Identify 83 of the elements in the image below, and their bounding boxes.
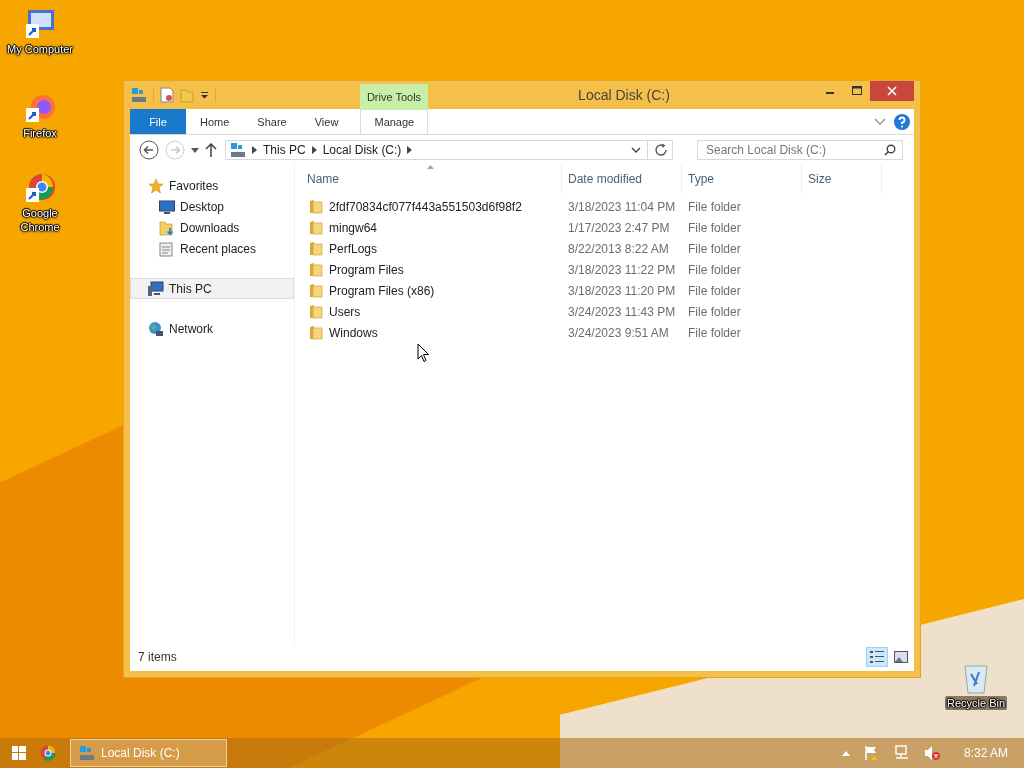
table-cell-text: File folder <box>687 199 742 214</box>
breadcrumb[interactable]: Local Disk (C:) <box>322 143 402 157</box>
folder-icon <box>309 262 323 277</box>
file-name[interactable]: Windows <box>329 325 378 340</box>
nav-item[interactable]: This PC <box>130 278 294 299</box>
chrome-icon[interactable] <box>40 745 56 761</box>
folder-icon <box>309 199 323 214</box>
mouse-pointer-icon <box>417 343 430 363</box>
folder-icon <box>309 304 323 319</box>
folder-icon <box>309 283 323 298</box>
chevron-down-icon[interactable] <box>631 146 641 154</box>
table-cell-text: File folder <box>687 283 742 298</box>
table-cell-text: 3/24/2023 11:43 PM <box>567 304 677 319</box>
chevron-right-icon[interactable] <box>252 146 257 154</box>
column-header[interactable]: Date modified <box>562 165 682 193</box>
firefox-shortcut-icon[interactable] <box>24 92 56 124</box>
help-icon[interactable] <box>894 113 910 130</box>
table-cell-text: 3/18/2023 11:04 PM <box>567 199 677 214</box>
muted-speaker-icon[interactable] <box>923 745 940 761</box>
computer-shortcut-icon[interactable] <box>24 8 56 40</box>
folder-icon <box>309 325 323 340</box>
item-count: 7 items <box>138 650 177 664</box>
drive-icon <box>230 142 246 158</box>
caret-icon[interactable] <box>200 91 209 99</box>
table-cell-text: 3/24/2023 9:51 AM <box>567 325 670 340</box>
recycle-bin-icon[interactable] <box>963 662 989 694</box>
star-icon <box>148 177 164 194</box>
folder-icon <box>309 241 323 256</box>
up-arrow-icon[interactable] <box>205 143 217 157</box>
drive-icon <box>79 745 95 761</box>
table-cell-text: File folder <box>687 325 742 340</box>
downloads-folder-icon <box>159 219 175 236</box>
nav-item[interactable]: Desktop <box>130 196 294 217</box>
window-title: Local Disk (C:) <box>577 87 671 103</box>
nav-item[interactable]: Network <box>130 318 294 339</box>
network-globe-icon <box>148 320 164 337</box>
back-icon[interactable] <box>139 140 159 160</box>
properties-icon[interactable] <box>160 87 174 103</box>
recent-places-icon <box>159 240 175 257</box>
computer-icon <box>148 280 164 297</box>
table-cell-text: 3/18/2023 11:22 PM <box>567 262 677 277</box>
chevron-right-icon[interactable] <box>311 146 317 154</box>
table-cell-text: File folder <box>687 262 742 277</box>
table-cell-text: File folder <box>687 304 742 319</box>
file-name[interactable]: 2fdf70834cf077f443a551503d6f98f2 <box>329 199 522 214</box>
file-name[interactable]: Program Files <box>329 262 404 277</box>
ribbon-tab[interactable]: Home <box>186 109 244 134</box>
maximize-icon <box>851 86 862 96</box>
file-name[interactable]: Users <box>329 304 361 319</box>
file-name[interactable]: mingw64 <box>329 220 378 235</box>
file-name[interactable]: Program Files (x86) <box>329 283 435 298</box>
drive-tools-label: Drive Tools <box>360 84 428 110</box>
caret-icon[interactable] <box>191 147 199 153</box>
folder-icon <box>309 220 323 235</box>
refresh-icon[interactable] <box>654 143 668 157</box>
table-cell-text: 1/17/2023 2:47 PM <box>567 220 671 235</box>
ribbon-tab[interactable]: Share <box>243 109 301 134</box>
search-field[interactable]: Search Local Disk (C:) <box>697 140 903 160</box>
ribbon-tab[interactable]: Manage <box>360 109 429 134</box>
ribbon-tab[interactable]: View <box>300 109 353 134</box>
ribbon-tab[interactable]: File <box>130 109 186 134</box>
chrome-shortcut-icon[interactable] <box>24 172 56 204</box>
close-icon <box>887 86 897 96</box>
search-icon[interactable] <box>884 144 896 156</box>
table-cell-text: File folder <box>687 241 742 256</box>
nav-item[interactable]: Favorites <box>130 175 294 196</box>
table-cell-text: File folder <box>687 220 742 235</box>
sort-caret-icon <box>427 165 434 169</box>
details-view-button[interactable] <box>866 647 888 667</box>
breadcrumb[interactable]: This PC <box>263 143 306 157</box>
windows-logo-icon[interactable] <box>12 746 26 760</box>
column-header[interactable]: Size <box>802 165 882 193</box>
drive-icon[interactable] <box>131 87 147 103</box>
nav-item[interactable]: Recent places <box>130 238 294 259</box>
nav-item[interactable]: Downloads <box>130 217 294 238</box>
chevron-right-icon[interactable] <box>407 146 413 154</box>
address-bar[interactable]: This PC Local Disk (C:) <box>225 140 673 160</box>
desktop-icon-label[interactable]: Recycle Bin <box>944 696 1008 710</box>
column-header[interactable]: Type <box>682 165 802 193</box>
file-name[interactable]: PerfLogs <box>329 241 378 256</box>
table-cell-text: 8/22/2013 8:22 AM <box>567 241 670 256</box>
desktop-icon <box>159 199 175 214</box>
table-cell-text: 3/18/2023 11:20 PM <box>567 283 677 298</box>
